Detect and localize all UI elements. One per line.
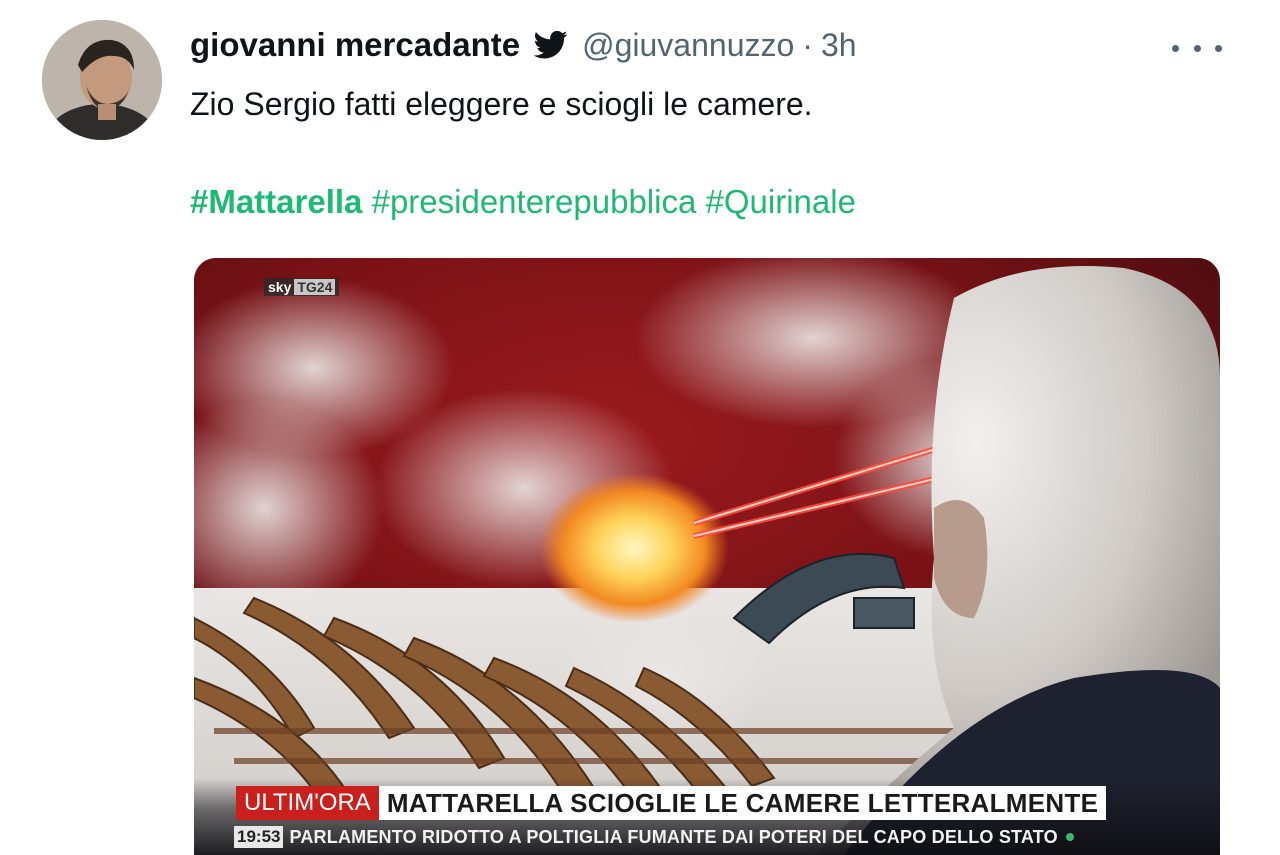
tweet-header: giovanni mercadante @giuvannuzzo · 3h [190,26,857,64]
avatar[interactable] [42,20,162,140]
more-options-icon[interactable] [1172,28,1222,68]
tweet[interactable]: giovanni mercadante @giuvannuzzo · 3h Zi… [0,0,1280,855]
parliament-scene [194,258,1220,855]
author-name[interactable]: giovanni mercadante [190,26,520,64]
author-handle[interactable]: @giuvannuzzo [582,27,794,64]
breaking-tag: ULTIM'ORA [236,786,379,820]
ticker-headline: MATTARELLA SCIOGLIE LE CAMERE LETTERALME… [378,786,1107,820]
timestamp[interactable]: 3h [821,27,857,64]
hashtag-line: #Mattarella #presidenterepubblica #Quiri… [190,180,856,224]
ticker-clock: 19:53 [234,826,284,848]
ticker-subline: PARLAMENTO RIDOTTO A POLTIGLIA FUMANTE D… [289,826,1058,847]
separator-dot: · [802,26,813,63]
news-ticker-sub: 19:53 PARLAMENTO RIDOTTO A POLTIGLIA FUM… [234,824,1074,850]
logo-tg24: TG24 [294,279,336,295]
live-dot-icon [1065,833,1074,841]
news-ticker-main: ULTIM'ORA MATTARELLA SCIOGLIE LE CAMERE … [236,786,1107,820]
hashtag-quirinale[interactable]: #Quirinale [706,183,856,220]
avatar-photo [42,20,162,140]
sky-tg24-logo: sky TG24 [264,278,340,296]
hashtag-mattarella[interactable]: #Mattarella [190,183,362,220]
tweet-media-image[interactable]: sky TG24 ULTIM'ORA MATTARELLA SCIOGLIE LE… [194,258,1220,855]
twitter-bird-icon [533,30,568,60]
logo-sky: sky [268,279,292,295]
hashtag-presidenterepubblica[interactable]: #presidenterepubblica [372,183,697,220]
tweet-text: Zio Sergio fatti eleggere e sciogli le c… [190,86,813,122]
